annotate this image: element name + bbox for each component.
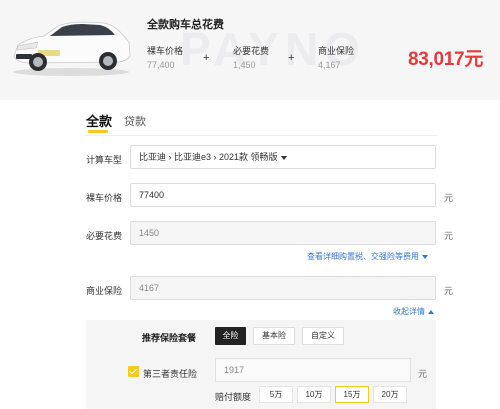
fee-details-link[interactable]: 查看详细购置税、交强险等费用 [307,251,428,262]
total-cost: 83,017元 [408,49,484,70]
stat-label: 必要花费 [233,46,270,56]
tab-divider [85,135,437,136]
plus-sign: + [203,52,210,64]
tab-loan[interactable]: 贷款 [124,113,146,129]
third-party-label: 第三者责任险 [143,369,198,379]
chevron-up-icon [428,309,434,314]
chevron-down-icon [280,155,287,160]
chevron-down-icon [422,254,428,259]
package-option-full[interactable]: 全险 [215,327,246,345]
plus-sign: + [288,52,295,64]
coverage-option-20w[interactable]: 20万 [373,386,407,403]
fees-unit: 元 [444,231,454,241]
fees-input: 1450 [130,221,436,245]
model-select-value: 比亚迪 › 比亚迪e3 › 2021款 领畅版 [139,152,278,162]
coverage-option-15w[interactable]: 15万 [335,386,369,403]
model-label: 计算车型 [86,155,123,165]
package-label: 推荐保险套餐 [142,333,197,343]
coverage-option-10w[interactable]: 10万 [297,386,331,403]
insurance-input: 4167 [130,276,436,300]
summary-title: 全款购车总花费 [147,19,224,31]
third-party-checkbox[interactable] [128,366,139,377]
price-unit: 元 [444,193,454,203]
insurance-label: 商业保险 [86,286,123,296]
third-party-premium: 1917 [215,358,411,382]
insurance-unit: 元 [444,286,454,296]
price-input[interactable]: 77400 [130,183,436,207]
stat-value: 4,167 [318,60,341,70]
collapse-details-label: 收起详情 [393,307,425,316]
fee-details-link-label: 查看详细购置税、交强险等费用 [307,252,419,261]
active-tab-indicator [88,130,108,133]
package-option-basic[interactable]: 基本险 [253,327,295,345]
package-option-custom[interactable]: 自定义 [302,327,344,345]
stat-value: 77,400 [147,60,175,70]
fees-label: 必要花费 [86,231,123,241]
third-party-unit: 元 [418,369,428,379]
car-image [13,21,131,76]
model-select[interactable]: 比亚迪 › 比亚迪e3 › 2021款 领畅版 [130,145,436,169]
stat-label: 裸车价格 [147,46,184,56]
collapse-details-link[interactable]: 收起详情 [393,306,434,317]
stat-fees: 必要花费 1,450 [233,44,269,72]
price-label: 裸车价格 [86,193,123,203]
stat-label: 商业保险 [318,46,355,56]
coverage-label: 赔付额度 [215,392,252,402]
stat-price: 裸车价格 77,400 [147,44,183,72]
stat-value: 1,450 [233,60,256,70]
stat-insurance: 商业保险 4,167 [318,44,354,72]
tab-full-payment[interactable]: 全款 [86,111,112,130]
coverage-option-5w[interactable]: 5万 [259,386,293,403]
summary-band: PAYNO 全款购车总花费 裸车价格 77,400 + 必要花费 1,450 +… [0,0,500,100]
